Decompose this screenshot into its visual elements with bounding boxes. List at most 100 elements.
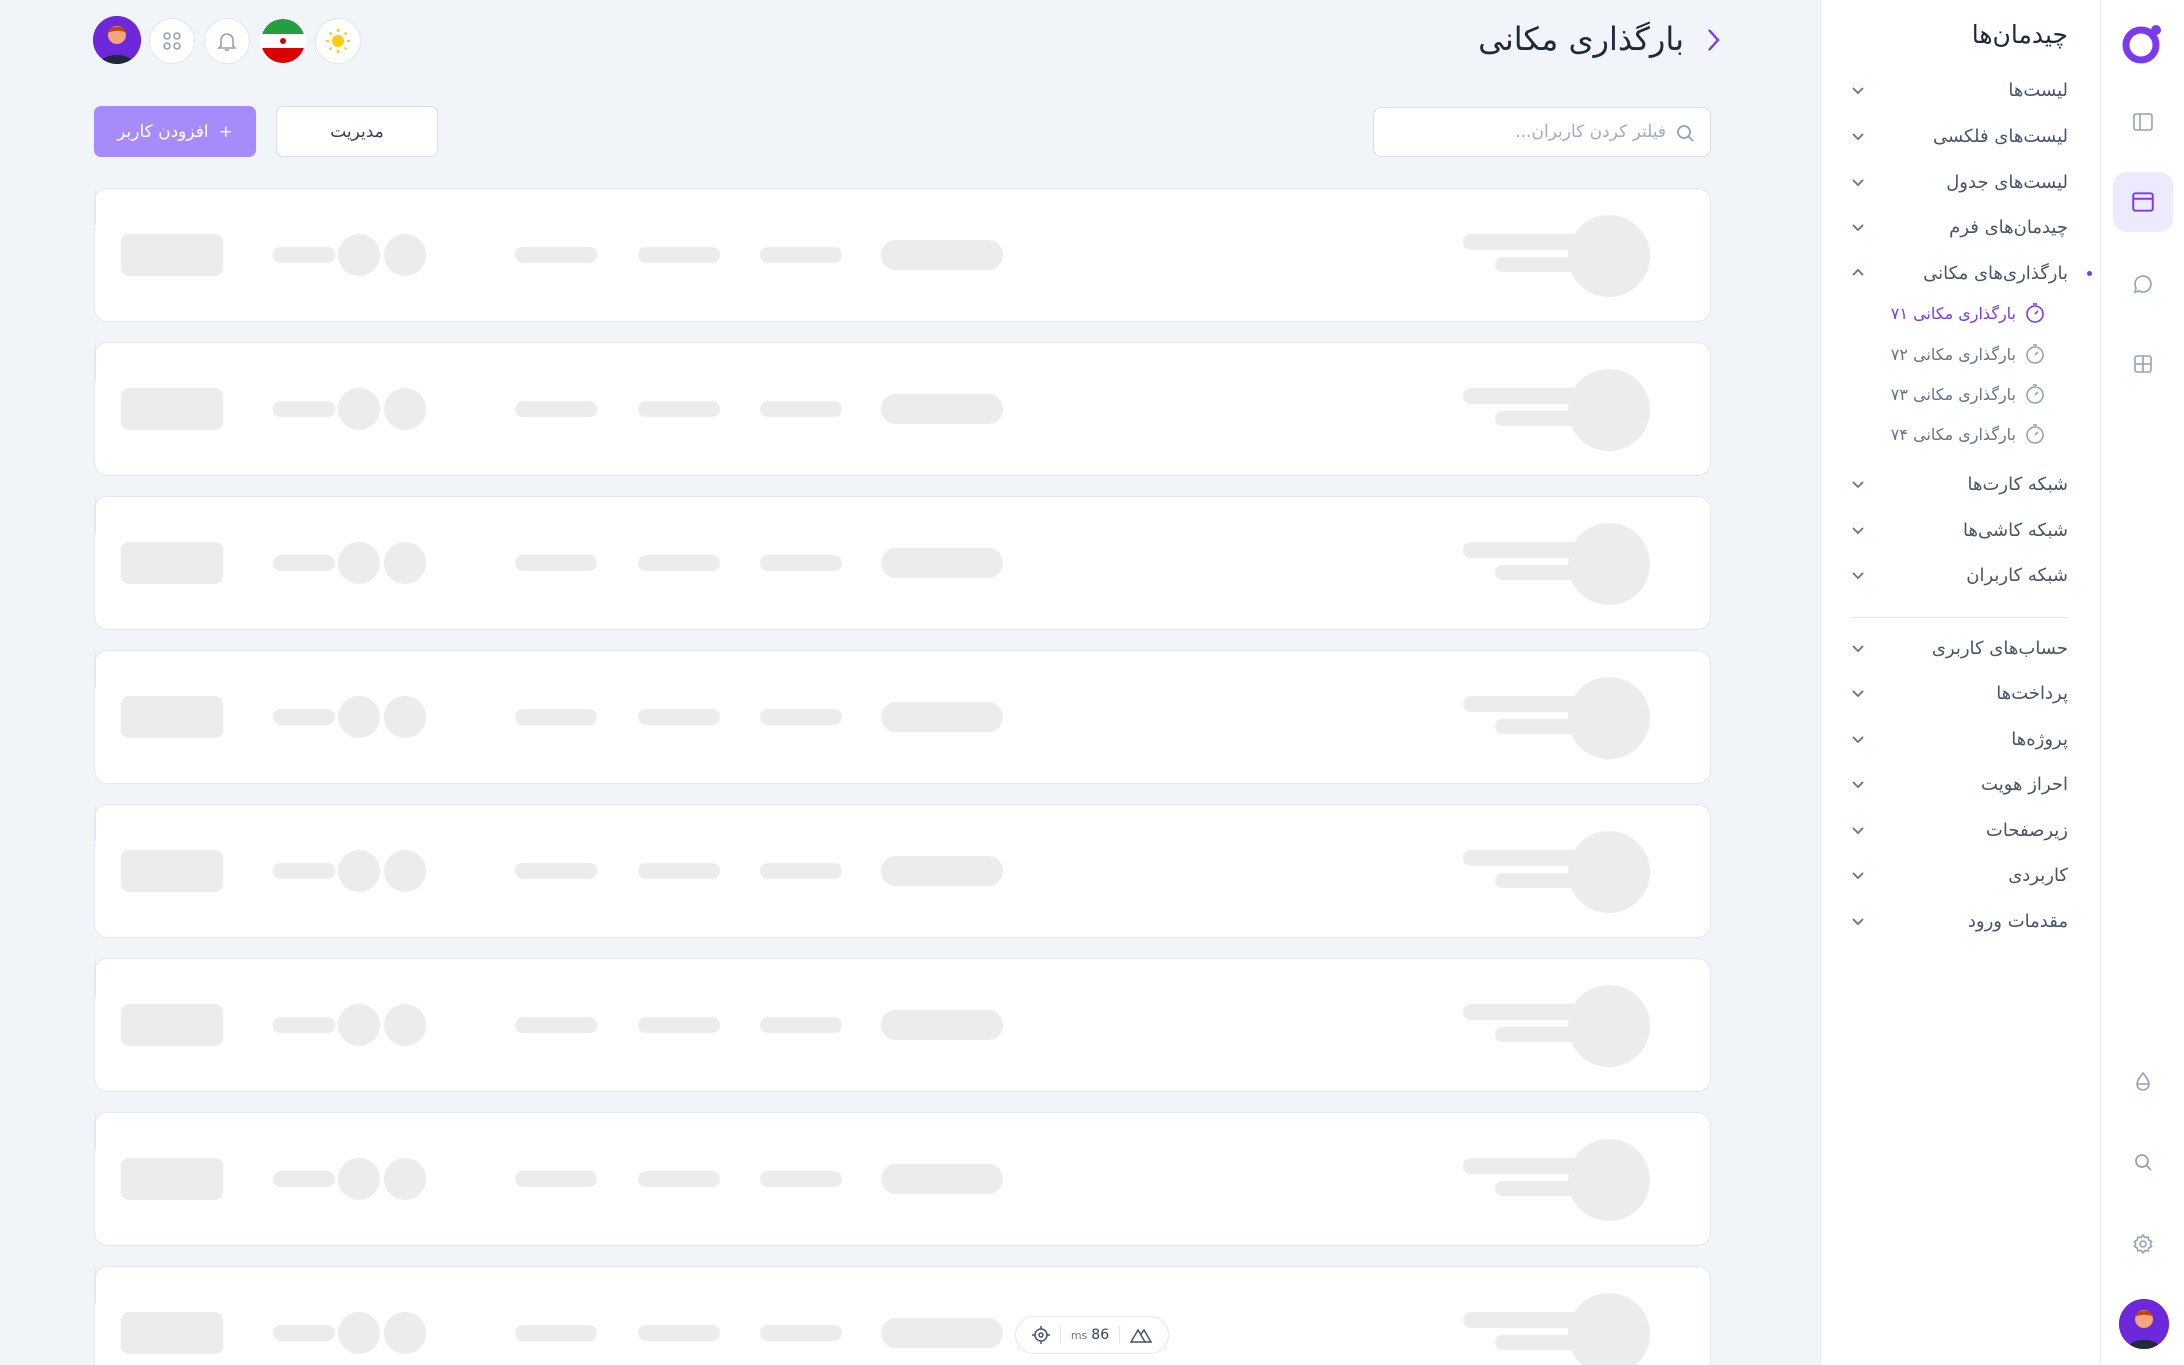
header-avatar[interactable] — [93, 16, 141, 64]
perf-widget: ms 86 — [1015, 1316, 1169, 1354]
nav-item-label: زیرصفحات — [1985, 819, 2068, 841]
placeholder-avatar — [1568, 523, 1650, 605]
divider — [95, 823, 96, 841]
manage-button[interactable]: مدیریت — [276, 106, 438, 157]
sub-item-placeload-3[interactable]: بارگذاری مکانی ۷۳ — [1891, 379, 2046, 409]
nav-item-tile-grids[interactable]: شبکه کاشی‌ها — [1850, 513, 2068, 547]
placeholder-line — [1463, 542, 1590, 558]
placeholder-button — [121, 234, 223, 276]
logo-icon[interactable] — [2120, 20, 2166, 66]
placeholder-line — [638, 1017, 720, 1033]
crosshair-icon[interactable] — [1031, 1325, 1051, 1345]
sub-sidebar: چیدمان‌ها لیست‌ها لیست‌های فلکسی لیست‌ها… — [1820, 0, 2100, 1365]
divider — [95, 651, 96, 669]
placeholder-pill — [881, 1318, 1003, 1348]
sun-icon[interactable] — [315, 18, 361, 64]
placeholder-line — [273, 1325, 335, 1341]
chevron-down-icon — [1852, 527, 1864, 535]
sub-item-placeload-4[interactable]: بارگذاری مکانی ۷۴ — [1891, 419, 2046, 449]
placeholder-avatar — [384, 1158, 426, 1200]
placeholder-avatar — [384, 850, 426, 892]
chevron-down-icon — [1852, 918, 1864, 926]
nav-item-lists[interactable]: لیست‌ها — [1850, 73, 2068, 107]
divider — [95, 207, 96, 225]
drop-icon[interactable] — [2121, 1060, 2165, 1104]
list-item — [94, 650, 1711, 784]
placeholder-avatar — [338, 1312, 380, 1354]
placeholder-line — [760, 863, 842, 879]
search-input[interactable] — [1386, 108, 1666, 156]
nav-item-payments[interactable]: پرداخت‌ها — [1850, 676, 2068, 710]
divider — [95, 189, 96, 207]
iran-flag-icon[interactable] — [260, 18, 306, 64]
divider — [1118, 1326, 1120, 1344]
chevron-down-icon — [1852, 481, 1864, 489]
placeholder-avatar — [1568, 985, 1650, 1067]
placeholder-avatar — [338, 234, 380, 276]
nav-item-placeloads[interactable]: بارگذاری‌های مکانی — [1850, 256, 2092, 290]
nav-item-auth[interactable]: احراز هویت — [1850, 767, 2068, 801]
placeholder-avatar — [384, 1312, 426, 1354]
placeholder-button — [121, 1312, 223, 1354]
placeholder-pill — [881, 1164, 1003, 1194]
placeholder-avatar — [338, 1004, 380, 1046]
nav-item-label: حساب‌های کاربری — [1931, 637, 2068, 659]
nav-item-label: شبکه کاربران — [1966, 564, 2068, 586]
nav-item-form-layouts[interactable]: چیدمان‌های فرم — [1850, 210, 2068, 244]
nav-item-utility[interactable]: کاربردی — [1850, 858, 2068, 892]
chevron-right-icon[interactable] — [1701, 26, 1725, 54]
placeholder-line — [760, 1017, 842, 1033]
placeholder-button — [121, 388, 223, 430]
list-item — [94, 342, 1711, 476]
nuxt-logo-icon[interactable] — [1129, 1326, 1153, 1344]
placeholder-line — [273, 863, 335, 879]
chevron-down-icon — [1852, 224, 1864, 232]
chevron-down-icon — [1852, 645, 1864, 653]
search-field[interactable] — [1373, 107, 1711, 157]
nav-item-user-grids[interactable]: شبکه کاربران — [1850, 558, 2068, 592]
apps-grid-icon[interactable] — [149, 18, 195, 64]
nav-item-label: لیست‌های جدول — [1946, 171, 2068, 193]
nav-item-flex-lists[interactable]: لیست‌های فلکسی — [1850, 119, 2068, 153]
placeholder-avatar — [338, 850, 380, 892]
layout-icon[interactable] — [2113, 172, 2173, 232]
chat-icon[interactable] — [2121, 262, 2165, 306]
placeholder-line — [1495, 719, 1590, 734]
settings-icon[interactable] — [2121, 1222, 2165, 1266]
placeholder-line — [638, 1171, 720, 1187]
nav-item-label: مقدمات ورود — [1967, 910, 2068, 932]
placeholder-avatar — [384, 234, 426, 276]
list-item — [94, 496, 1711, 630]
list-item — [94, 1266, 1711, 1365]
placeholder-line — [515, 709, 597, 725]
list-item — [94, 1112, 1711, 1246]
user-avatar[interactable] — [2119, 1299, 2169, 1349]
placeholder-line — [1463, 1004, 1590, 1020]
divider — [95, 669, 96, 687]
placeholder-line — [273, 401, 335, 417]
placeholder-line — [1495, 1027, 1590, 1042]
nav-item-onboarding[interactable]: مقدمات ورود — [1850, 904, 2068, 938]
placeholder-line — [1495, 411, 1590, 426]
nav-item-projects[interactable]: پروژه‌ها — [1850, 722, 2068, 756]
nav-item-subpages[interactable]: زیرصفحات — [1850, 813, 2068, 847]
render-time: ms 86 — [1071, 1327, 1109, 1343]
nav-item-label: لیست‌ها — [2008, 79, 2068, 101]
grid-icon[interactable] — [2121, 342, 2165, 386]
bell-icon[interactable] — [204, 18, 250, 64]
nav-item-label: شبکه کارت‌ها — [1967, 473, 2069, 495]
nav-item-label: چیدمان‌های فرم — [1949, 216, 2068, 238]
sub-item-placeload-2[interactable]: بارگذاری مکانی ۷۲ — [1891, 339, 2046, 369]
add-user-button[interactable]: + افزودن کاربر — [94, 106, 256, 157]
nav-item-label: بارگذاری‌های مکانی — [1923, 262, 2068, 284]
nav-item-accounts[interactable]: حساب‌های کاربری — [1850, 631, 2068, 665]
divider — [95, 1267, 96, 1285]
search-icon[interactable] — [2121, 1140, 2165, 1184]
nav-item-card-grids[interactable]: شبکه کارت‌ها — [1850, 467, 2068, 501]
nav-item-table-lists[interactable]: لیست‌های جدول — [1850, 165, 2068, 199]
placeholder-avatar — [1568, 215, 1650, 297]
placeholder-pill — [881, 548, 1003, 578]
sub-item-placeload-1[interactable]: بارگذاری مکانی ۷۱ — [1891, 298, 2046, 328]
placeholder-button — [121, 850, 223, 892]
sidebar-toggle-icon[interactable] — [2121, 100, 2165, 144]
